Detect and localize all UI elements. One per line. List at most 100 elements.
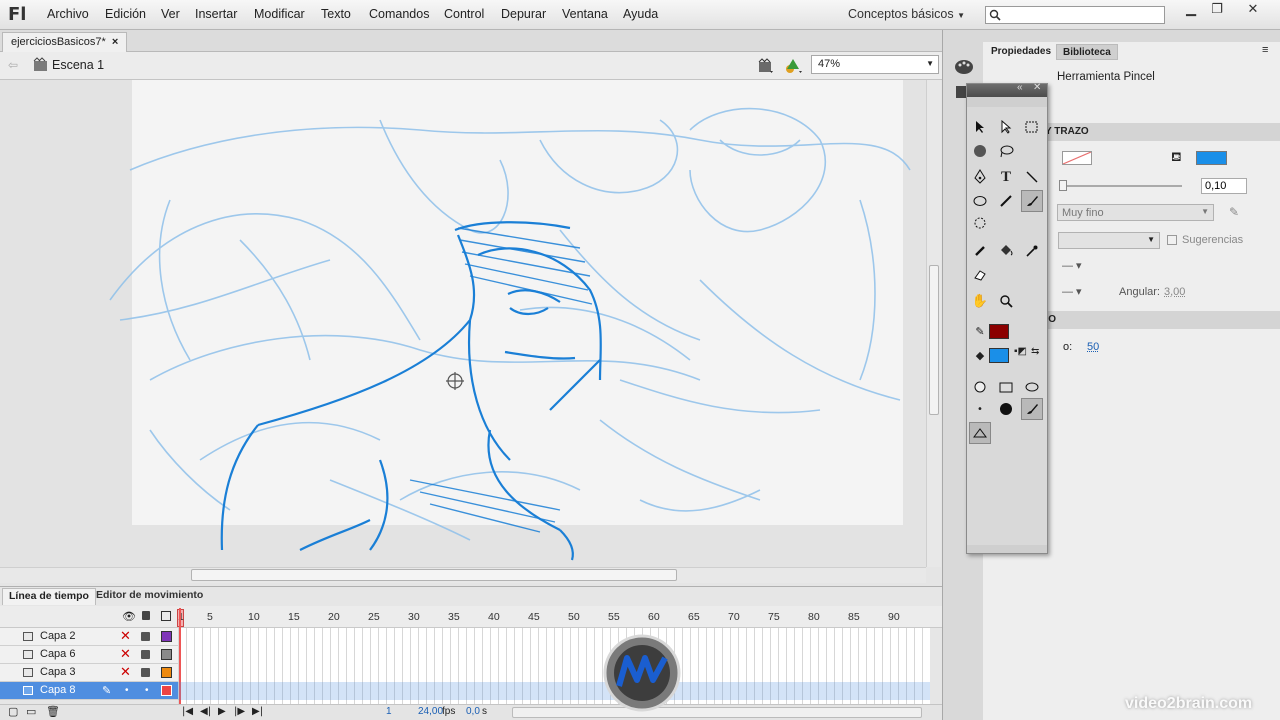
tab-motion-editor[interactable]: Editor de movimiento [90,588,209,605]
stroke-color-swatch[interactable] [989,324,1009,339]
horizontal-scroll-thumb[interactable] [191,569,677,581]
document-tab[interactable]: ejerciciosBasicos7* × [2,32,128,52]
fps-value[interactable]: 24,00 [418,705,443,719]
object-drawing-toggle[interactable] [969,376,991,398]
tools-grip[interactable] [967,97,1047,107]
dot-icon[interactable]: • [125,682,129,699]
tab-library[interactable]: Biblioteca [1056,44,1118,60]
timeline-scrollbar[interactable] [512,707,922,718]
palette-icon[interactable] [954,58,974,76]
close-icon[interactable]: ✕ [1033,82,1041,93]
fill-color-tool[interactable]: ◆ [969,344,991,366]
eyedropper-tool[interactable] [1021,240,1043,262]
menu-comandos[interactable]: Comandos [369,7,429,21]
stage-area[interactable] [0,80,926,567]
smooth-value[interactable]: 50 [1087,341,1099,353]
eye-icon[interactable]: 👁 [122,610,136,623]
layer-color-box[interactable] [161,667,172,678]
first-frame-icon[interactable]: |◀ [182,705,193,719]
angular-value[interactable]: 3,00 [1164,286,1185,298]
play-icon[interactable]: ▶ [218,705,226,719]
tools-panel-titlebar[interactable]: « ✕ [967,82,1047,97]
deco-tool[interactable] [969,212,991,234]
lock-icon[interactable] [141,650,150,659]
fill-color-swatch[interactable] [989,348,1009,363]
time-value[interactable]: 0,0 [466,705,480,719]
menu-ventana[interactable]: Ventana [562,7,608,21]
workspace-switcher[interactable]: Conceptos básicos ▼ [848,7,965,21]
stroke-input[interactable] [1201,178,1247,194]
selection-tool[interactable] [969,116,991,138]
edit-style-icon[interactable]: ✎ [1229,205,1239,219]
outline-icon[interactable] [161,611,171,621]
lock-icon[interactable] [141,632,150,641]
oval-tool[interactable] [969,190,991,212]
layer-color-box[interactable] [161,631,172,642]
layer-color-box[interactable] [161,685,172,696]
last-frame-icon[interactable]: ▶| [252,705,263,719]
hand-tool[interactable]: ✋ [969,290,991,312]
back-arrow-icon[interactable]: ⇦ [8,58,18,72]
join-select[interactable]: — ▾ [1062,285,1082,298]
cap-select[interactable]: — ▾ [1062,259,1082,272]
edit-symbols-icon[interactable] [784,57,804,75]
layer-row[interactable]: Capa 3 ✕ [0,664,178,682]
zoom-tool[interactable] [995,290,1017,312]
hidden-x-icon[interactable]: ✕ [120,628,131,645]
layer-row[interactable]: Capa 2 ✕ [0,628,178,646]
hidden-x-icon[interactable]: ✕ [120,646,131,663]
restore-button[interactable]: ❐ [1204,2,1230,20]
close-icon[interactable]: × [112,36,118,48]
lasso-tool[interactable] [995,140,1017,162]
swap-colors-icon[interactable]: ⇆ [1031,346,1039,357]
zoom-select[interactable]: 47% ▼ [811,55,939,74]
panel-menu-icon[interactable]: ≡ [1262,44,1268,56]
menu-archivo[interactable]: Archivo [47,7,89,21]
stroke-color-swatch[interactable] [1062,151,1092,165]
style-select[interactable]: Muy fino ▼ [1057,204,1214,221]
brush-smoothing-toggle[interactable] [1021,398,1043,420]
tab-properties[interactable]: Propiedades [985,44,1058,60]
text-tool[interactable]: T [995,166,1017,188]
search-input[interactable] [1004,7,1154,23]
3d-rotation-tool[interactable] [969,140,991,162]
paint-bucket-tool[interactable] [995,240,1017,262]
brush-size-select[interactable]: • [969,398,991,420]
stroke-color-tool[interactable]: ✎ [969,320,991,342]
trash-icon[interactable]: 🗑 [46,705,60,719]
layer-row[interactable]: Capa 6 ✕ [0,646,178,664]
dot-icon[interactable]: • [145,682,149,699]
lock-icon[interactable] [141,668,150,677]
collapse-icon[interactable]: « [1017,82,1023,93]
scale-select[interactable]: ▼ [1058,232,1160,249]
edit-scene-icon[interactable] [757,57,775,75]
pen-tool[interactable] [969,166,991,188]
brush-shape-select[interactable] [995,398,1017,420]
current-frame[interactable]: 1 [386,705,392,719]
close-button[interactable]: ✕ [1240,2,1266,20]
brush-mode-toggle[interactable] [1021,376,1043,398]
line-tool[interactable] [1021,166,1043,188]
menu-texto[interactable]: Texto [321,7,351,21]
menu-ver[interactable]: Ver [161,7,180,21]
menu-modificar[interactable]: Modificar [254,7,305,21]
free-transform-tool[interactable] [1021,116,1043,138]
menu-control[interactable]: Control [444,7,484,21]
new-layer-icon[interactable]: ▢ [8,705,18,719]
lock-fill-toggle[interactable] [995,376,1017,398]
stroke-slider-thumb[interactable] [1059,180,1067,191]
brush-tool[interactable] [1021,190,1043,212]
layer-color-box[interactable] [161,649,172,660]
menu-ayuda[interactable]: Ayuda [623,7,658,21]
fill-color-swatch[interactable] [1196,151,1227,165]
pencil-tool[interactable] [995,190,1017,212]
bone-tool[interactable] [969,240,991,262]
vertical-scroll-thumb[interactable] [929,265,939,415]
default-colors-icon[interactable]: ▪◩ [1014,346,1027,357]
help-search[interactable] [985,6,1165,24]
new-folder-icon[interactable]: ▭ [26,705,36,719]
menu-edicion[interactable]: Edición [105,7,146,21]
hidden-x-icon[interactable]: ✕ [120,664,131,681]
menu-depurar[interactable]: Depurar [501,7,546,21]
stroke-slider-track[interactable] [1062,185,1182,187]
